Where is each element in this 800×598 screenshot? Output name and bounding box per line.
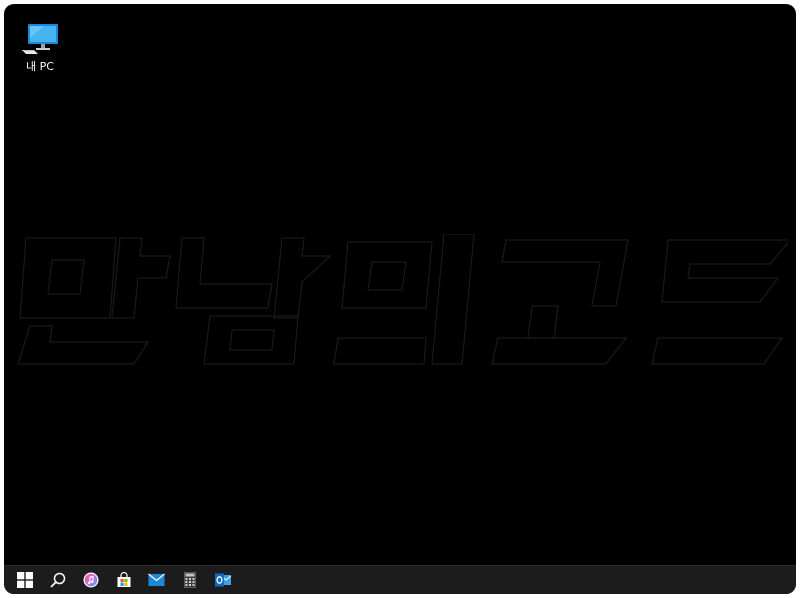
monitor-icon <box>22 24 58 54</box>
desktop[interactable]: 내 PC <box>4 4 796 565</box>
windows-start-icon <box>16 572 33 588</box>
itunes-icon <box>83 572 98 588</box>
wallpaper-logo <box>17 234 788 365</box>
taskbar-calculator-button[interactable] <box>173 566 206 594</box>
outlook-icon <box>214 573 231 587</box>
calculator-icon <box>183 572 196 588</box>
search-button[interactable] <box>41 566 74 594</box>
mail-icon <box>148 573 165 586</box>
store-icon <box>117 572 130 587</box>
search-icon <box>50 572 65 588</box>
taskbar-store-button[interactable] <box>107 566 140 594</box>
desktop-icon-my-pc[interactable]: 내 PC <box>14 22 66 73</box>
start-button[interactable] <box>8 566 41 594</box>
taskbar-itunes-button[interactable] <box>74 566 107 594</box>
desktop-icon-label: 내 PC <box>26 60 54 73</box>
taskbar <box>4 565 796 594</box>
screen: 내 PC <box>4 4 796 594</box>
taskbar-mail-button[interactable] <box>140 566 173 594</box>
taskbar-outlook-button[interactable] <box>206 566 239 594</box>
